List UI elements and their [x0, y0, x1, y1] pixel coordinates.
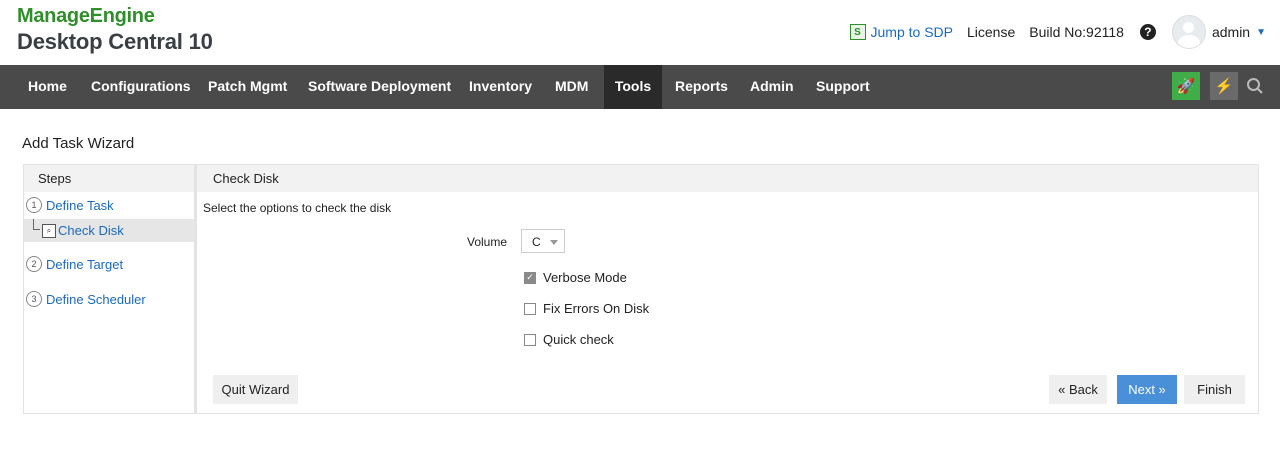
finish-button[interactable]: Finish — [1184, 375, 1245, 404]
option-label: Quick check — [543, 332, 614, 347]
content-panel: Check Disk Select the options to check t… — [197, 165, 1258, 413]
step-number-3: 3 — [26, 291, 42, 307]
description-text: Select the options to check the disk — [203, 201, 392, 215]
step-number-2: 2 — [26, 256, 42, 272]
step-label: Check Disk — [58, 223, 124, 238]
option-quick-check[interactable]: Quick check — [524, 332, 614, 347]
volume-select[interactable]: C — [521, 229, 565, 253]
nav-item-admin[interactable]: Admin — [750, 65, 794, 109]
tree-connector — [33, 219, 40, 230]
back-button[interactable]: « Back — [1049, 375, 1107, 404]
brand-name: ManageEngine — [17, 5, 155, 27]
sdp-icon: S — [849, 24, 866, 40]
nav-item-inventory[interactable]: Inventory — [469, 65, 532, 109]
wizard-panel: Steps 1 Define Task ⌕ Check Disk 2 Defin… — [23, 164, 1259, 414]
quit-wizard-button[interactable]: Quit Wizard — [213, 375, 298, 404]
avatar[interactable] — [1171, 15, 1206, 49]
steps-panel: Steps 1 Define Task ⌕ Check Disk 2 Defin… — [24, 165, 197, 413]
step-define-scheduler[interactable]: 3 Define Scheduler — [26, 291, 146, 307]
fix-errors-checkbox[interactable] — [524, 302, 536, 315]
nav-item-home[interactable]: Home — [28, 65, 67, 109]
product-name: Desktop Central 10 — [17, 29, 213, 54]
page-title: Add Task Wizard — [22, 135, 135, 152]
build-number: Build No:92118 — [1029, 24, 1124, 40]
step-define-target[interactable]: 2 Define Target — [26, 256, 123, 272]
verbose-mode-checkbox[interactable]: ✓ — [524, 271, 536, 284]
option-verbose-mode[interactable]: ✓ Verbose Mode — [524, 270, 627, 285]
license-link[interactable]: License — [967, 24, 1015, 40]
search-icon[interactable] — [1246, 77, 1266, 97]
nav-item-mdm[interactable]: MDM — [555, 65, 588, 109]
product-logo[interactable]: ManageEngine Desktop Central 10 — [17, 5, 213, 55]
nav-item-software-deployment[interactable]: Software Deployment — [308, 65, 451, 109]
step-label: Define Target — [46, 256, 124, 272]
top-links: S Jump to SDP License Build No:92118 ? a… — [836, 15, 1266, 49]
nav-item-reports[interactable]: Reports — [675, 65, 728, 109]
main-nav: Home Configurations Patch Mgmt Software … — [0, 65, 1280, 109]
step-number-1: 1 — [26, 197, 42, 213]
jump-to-sdp-link[interactable]: S Jump to SDP — [849, 24, 953, 40]
nav-item-support[interactable]: Support — [816, 65, 870, 109]
quick-check-checkbox[interactable] — [524, 333, 536, 346]
nav-item-tools[interactable]: Tools — [604, 65, 662, 109]
step-define-task[interactable]: 1 Define Task — [26, 197, 114, 213]
nav-item-patch-mgmt[interactable]: Patch Mgmt — [208, 65, 287, 109]
disk-icon: ⌕ — [42, 224, 56, 238]
next-button[interactable]: Next » — [1117, 375, 1177, 404]
nav-item-configurations[interactable]: Configurations — [91, 65, 191, 109]
volume-label: Volume — [467, 235, 508, 249]
step-label: Define Scheduler — [46, 291, 146, 307]
jump-to-sdp-label: Jump to SDP — [870, 24, 953, 40]
rocket-icon[interactable]: 🚀 — [1172, 72, 1200, 100]
option-label: Verbose Mode — [543, 270, 627, 285]
top-header: ManageEngine Desktop Central 10 S Jump t… — [0, 0, 1280, 65]
chevron-down-icon — [550, 240, 558, 245]
option-label: Fix Errors On Disk — [543, 301, 650, 316]
user-name[interactable]: admin — [1212, 24, 1250, 40]
bolt-icon[interactable]: ⚡ — [1210, 72, 1238, 100]
step-label: Define Task — [46, 197, 114, 213]
help-icon[interactable]: ? — [1139, 24, 1156, 40]
chevron-down-icon[interactable]: ▼ — [1256, 27, 1266, 38]
steps-header: Steps — [24, 165, 194, 192]
content-header: Check Disk — [197, 165, 1258, 192]
step-check-disk[interactable]: ⌕ Check Disk — [24, 219, 194, 242]
option-fix-errors[interactable]: Fix Errors On Disk — [524, 301, 649, 316]
volume-value: C — [532, 235, 541, 249]
